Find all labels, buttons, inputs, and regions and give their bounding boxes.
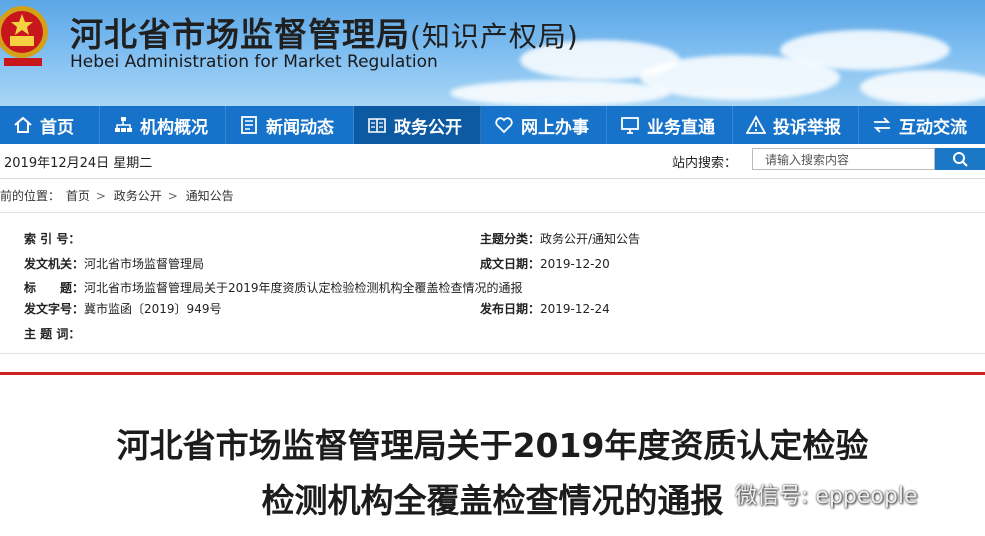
meta-created: 成文日期：2019-12-20 (480, 255, 610, 272)
national-emblem-icon (0, 6, 48, 66)
meta-label: 成文日期： (480, 257, 541, 271)
nav-item-gov-affairs[interactable]: 政务公开 (354, 106, 481, 144)
site-title: 河北省市场监督管理局(知识产权局) (70, 8, 579, 56)
meta-label: 主题分类： (480, 232, 541, 246)
breadcrumb-link-gov-affairs[interactable]: 政务公开 (114, 189, 162, 203)
breadcrumb-separator: > (167, 189, 178, 203)
warning-icon (745, 114, 767, 136)
org-chart-icon (112, 114, 134, 136)
nav-item-label: 业务直通 (647, 117, 715, 138)
home-icon (12, 114, 34, 136)
nav-item-interaction[interactable]: 互动交流 (859, 106, 985, 144)
nav-item-news[interactable]: 新闻动态 (226, 106, 354, 144)
meta-value: 2019-12-24 (540, 302, 610, 316)
meta-docno: 发文字号：冀市监函〔2019〕949号 (24, 300, 221, 317)
meta-label: 标 题： (24, 281, 85, 295)
meta-keywords: 主 题 词： (24, 325, 80, 342)
article-title-line: 河北省市场监督管理局关于2019年度资质认定检验 (116, 426, 869, 465)
heart-icon (493, 114, 515, 136)
monitor-icon (619, 114, 641, 136)
meta-issuer: 发文机关：河北省市场监督管理局 (24, 255, 204, 272)
breadcrumb-link-home[interactable]: 首页 (66, 189, 90, 203)
cloud-decoration (780, 30, 950, 70)
nav-item-home[interactable]: 首页 (0, 106, 100, 144)
breadcrumb-link-notices[interactable]: 通知公告 (186, 189, 234, 203)
site-subtitle-en: Hebei Administration for Market Regulati… (70, 52, 438, 72)
breadcrumb: 前的位置： 首页 > 政务公开 > 通知公告 (0, 187, 236, 204)
nav-item-label: 互动交流 (899, 117, 967, 138)
search-input[interactable]: 请输入搜索内容 (752, 148, 935, 170)
news-icon (238, 114, 260, 136)
meta-index: 索 引 号： (24, 230, 80, 247)
meta-label: 主 题 词： (24, 327, 81, 341)
meta-value: 2019-12-20 (540, 257, 610, 271)
search-button[interactable] (935, 148, 985, 170)
nav-item-business[interactable]: 业务直通 (607, 106, 733, 144)
nav-item-label: 政务公开 (394, 117, 462, 138)
meta-label: 索 引 号： (24, 232, 81, 246)
meta-label: 发布日期： (480, 302, 541, 316)
breadcrumb-prefix: 前的位置： (0, 189, 61, 203)
search-label: 站内搜索： (672, 156, 738, 171)
document-meta: 索 引 号： 主题分类：政务公开/通知公告 发文机关：河北省市场监督管理局 成文… (0, 212, 985, 354)
divider-line (0, 372, 985, 375)
cloud-decoration (450, 80, 670, 106)
meta-published: 发布日期：2019-12-24 (480, 300, 610, 317)
meta-value: 河北省市场监督管理局关于2019年度资质认定检验检测机构全覆盖检查情况的通报 (84, 281, 523, 295)
meta-value: 河北省市场监督管理局 (84, 257, 205, 271)
nav-item-label: 新闻动态 (266, 117, 334, 138)
site-title-paren: (知识产权局) (410, 20, 579, 53)
nav-item-org[interactable]: 机构概况 (100, 106, 226, 144)
meta-label: 发文字号： (24, 302, 85, 316)
cloud-decoration (860, 70, 985, 105)
wechat-watermark: 微信号: eppeople (735, 484, 918, 509)
document-icon (366, 114, 388, 136)
meta-title: 标 题：河北省市场监督管理局关于2019年度资质认定检验检测机构全覆盖检查情况的… (24, 279, 523, 296)
exchange-icon (871, 114, 893, 136)
nav-item-online-service[interactable]: 网上办事 (481, 106, 607, 144)
nav-item-complaint[interactable]: 投诉举报 (733, 106, 859, 144)
main-nav: 首页 机构概况 新闻动态 政务公开 网上办事 业务直通 投诉举报 互动交流 (0, 106, 985, 144)
breadcrumb-separator: > (95, 189, 106, 203)
meta-value: 冀市监函〔2019〕949号 (84, 302, 222, 316)
meta-category: 主题分类：政务公开/通知公告 (480, 230, 640, 247)
meta-label: 发文机关： (24, 257, 85, 271)
nav-item-label: 首页 (40, 117, 74, 138)
article-title: 河北省市场监督管理局关于2019年度资质认定检验 检测机构全覆盖检查情况的通报 (0, 418, 985, 528)
nav-item-label: 网上办事 (521, 117, 589, 138)
header-banner: 河北省市场监督管理局(知识产权局) Hebei Administration f… (0, 0, 985, 106)
nav-item-label: 机构概况 (140, 117, 208, 138)
site-title-main: 河北省市场监督管理局 (70, 15, 410, 54)
meta-value: 政务公开/通知公告 (540, 232, 641, 246)
nav-item-label: 投诉举报 (773, 117, 841, 138)
search-icon (953, 152, 968, 167)
current-date: 2019年12月24日 星期二 (4, 156, 153, 171)
